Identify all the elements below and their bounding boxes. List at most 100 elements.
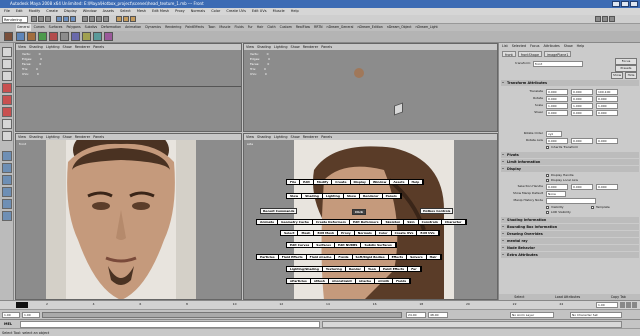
maximize-icon[interactable]	[621, 1, 629, 7]
shelf-tab-subdivs[interactable]: Subdivs	[84, 24, 99, 31]
playback-start-field[interactable]: 1.00	[22, 312, 40, 318]
hotbox-item-nconstraint[interactable]: nConstraint	[328, 279, 355, 283]
hotbox-item-shading[interactable]: Shading	[302, 194, 322, 198]
end-time-field[interactable]: 48.00	[428, 312, 448, 318]
attr-field-x[interactable]: 0.000	[546, 89, 568, 95]
menu-set-selector[interactable]: Rendering	[2, 16, 28, 23]
hotbox-recent-commands[interactable]: Recent Commands	[260, 208, 298, 214]
hotbox-item-lighting[interactable]: Lighting	[322, 194, 343, 198]
attr-tab-front[interactable]: front	[502, 51, 516, 57]
attr-menu-selected[interactable]: Selected	[512, 43, 526, 49]
menu-mesh[interactable]: Mesh	[137, 8, 146, 15]
attr-menu-show[interactable]: Show	[564, 43, 573, 49]
hotbox-item-edit-uvs[interactable]: Edit UVs	[417, 231, 438, 235]
hotbox-item-display[interactable]: Display	[350, 180, 369, 184]
tool-settings-icon[interactable]	[609, 16, 615, 22]
anim-layer-select[interactable]: No Anim Layer	[510, 312, 554, 318]
rotate-axis-z[interactable]: 0.000	[596, 138, 618, 144]
hotbox-item-edit-curves[interactable]: Edit Curves	[287, 243, 313, 247]
current-time-marker[interactable]	[16, 302, 28, 308]
section-bounding-box[interactable]: Bounding Box Information	[501, 224, 639, 230]
display-local-axis-checkbox[interactable]	[546, 179, 549, 182]
hotbox-item-edit[interactable]: Edit	[300, 180, 313, 184]
playback-end-field[interactable]: 24.00	[406, 312, 426, 318]
viewport-menu-panels[interactable]: Panels	[93, 135, 104, 139]
viewport-menu-view[interactable]: View	[18, 135, 26, 139]
section-mental-ray[interactable]: mental ray	[501, 238, 639, 244]
shelf-tool-9-icon[interactable]	[104, 32, 113, 41]
attr-field-y[interactable]: 0.000	[571, 89, 593, 95]
viewport-menu-show[interactable]: Show	[291, 45, 300, 49]
template-checkbox[interactable]	[591, 206, 594, 209]
hotbox-item-normals[interactable]: Normals	[354, 231, 375, 235]
shelf-tab-ndream-general[interactable]: nDream_General	[326, 24, 355, 31]
menu-window[interactable]: Window	[83, 8, 97, 15]
hotbox-item-soft-rigid-bodies[interactable]: Soft/Rigid Bodies	[352, 255, 388, 259]
viewport-menu-lighting[interactable]: Lighting	[274, 45, 288, 49]
lod-visibility-checkbox[interactable]	[546, 211, 549, 214]
hotbox-item-skin[interactable]: Skin	[404, 220, 418, 224]
attr-field-z[interactable]: 0.000	[596, 96, 618, 102]
viewport-menu-renderer[interactable]: Renderer	[303, 45, 318, 49]
hotbox-item-proxy[interactable]: Proxy	[338, 231, 354, 235]
snap-curve-icon[interactable]	[89, 16, 95, 22]
hotbox-item-ncache[interactable]: nCache	[355, 279, 375, 283]
render-icon[interactable]	[116, 16, 122, 22]
hotbox-item-fields[interactable]: Fields	[335, 255, 352, 259]
hotbox-item-character[interactable]: Character	[441, 220, 465, 224]
viewport-menu-show[interactable]: Show	[63, 135, 72, 139]
current-time-field[interactable]: 1.00	[596, 302, 618, 308]
select-by-object-icon[interactable]	[63, 16, 69, 22]
menu-assets[interactable]: Assets	[103, 8, 114, 15]
viewport-menu-lighting[interactable]: Lighting	[274, 135, 288, 139]
hotbox-item-file[interactable]: File	[287, 180, 300, 184]
hotbox-item-texturing[interactable]: Texturing	[322, 267, 345, 271]
select-tool-icon[interactable]	[2, 47, 12, 57]
shelf-tool-3-icon[interactable]	[38, 32, 47, 41]
shelf-tab-rendering[interactable]: Rendering	[164, 24, 182, 31]
hide-button[interactable]: Hide	[625, 72, 637, 79]
hotbox-item-effects[interactable]: Effects	[388, 255, 407, 259]
selection-handle-y[interactable]: 0.000	[571, 184, 593, 190]
menu-edit-uvs[interactable]: Edit UVs	[252, 8, 267, 15]
shelf-tool-6-icon[interactable]	[71, 32, 80, 41]
shelf-tool-5-icon[interactable]	[60, 32, 69, 41]
viewport-menu-view[interactable]: View	[246, 135, 254, 139]
hotbox-item-ncloth[interactable]: nCloth	[375, 279, 393, 283]
menu-normals[interactable]: Normals	[191, 8, 206, 15]
shelf-tool-2-icon[interactable]	[27, 32, 36, 41]
hotbox-item-fluid-ncache[interactable]: Fluid nCache	[306, 255, 335, 259]
shelf-tool-4-icon[interactable]	[49, 32, 58, 41]
shelf-tab-ndream-object[interactable]: nDream_Object	[386, 24, 413, 31]
viewport-menu-panels[interactable]: Panels	[321, 45, 332, 49]
hotbox-item-constrain[interactable]: Constrain	[418, 220, 441, 224]
hotbox-item-create-deformers[interactable]: Create Deformers	[312, 220, 349, 224]
hotbox-item-nparticles[interactable]: nParticles	[287, 279, 310, 283]
range-bar[interactable]	[42, 312, 402, 318]
shelf-tab-toon[interactable]: Toon	[207, 24, 216, 31]
hypershade-layout-icon[interactable]	[2, 199, 12, 209]
menu-file[interactable]: File	[4, 8, 10, 15]
snap-point-icon[interactable]	[96, 16, 102, 22]
hotbox-item-skeleton[interactable]: Skeleton	[382, 220, 404, 224]
rotate-axis-y[interactable]: 0.000	[571, 138, 593, 144]
hotbox-item-panels[interactable]: Panels	[382, 194, 400, 198]
attr-field-z[interactable]: 100.100	[596, 89, 618, 95]
hotbox-item-mesh[interactable]: Mesh	[298, 231, 314, 235]
last-tool-icon[interactable]	[2, 131, 12, 141]
hotbox-item-view[interactable]: View	[287, 194, 302, 198]
stop-icon[interactable]	[626, 302, 631, 308]
ipr-render-icon[interactable]	[123, 16, 129, 22]
paint-select-icon[interactable]	[2, 71, 12, 81]
shelf-tab-surfaces[interactable]: Surfaces	[48, 24, 64, 31]
menu-help[interactable]: Help	[291, 8, 299, 15]
shelf-tab-cloth[interactable]: Cloth	[266, 24, 276, 31]
focus-button[interactable]: Focus	[615, 58, 637, 65]
shelf-tool-1-icon[interactable]	[16, 32, 25, 41]
command-input[interactable]	[20, 321, 320, 328]
shelf-tab-muscle[interactable]: Muscle	[218, 24, 231, 31]
play-back-icon[interactable]	[620, 302, 625, 308]
section-node-behavior[interactable]: Node Behavior	[501, 245, 639, 251]
shelf-tab-realflow[interactable]: RealFlow	[295, 24, 311, 31]
section-transform-attributes[interactable]: Transform Attributes	[501, 80, 639, 86]
